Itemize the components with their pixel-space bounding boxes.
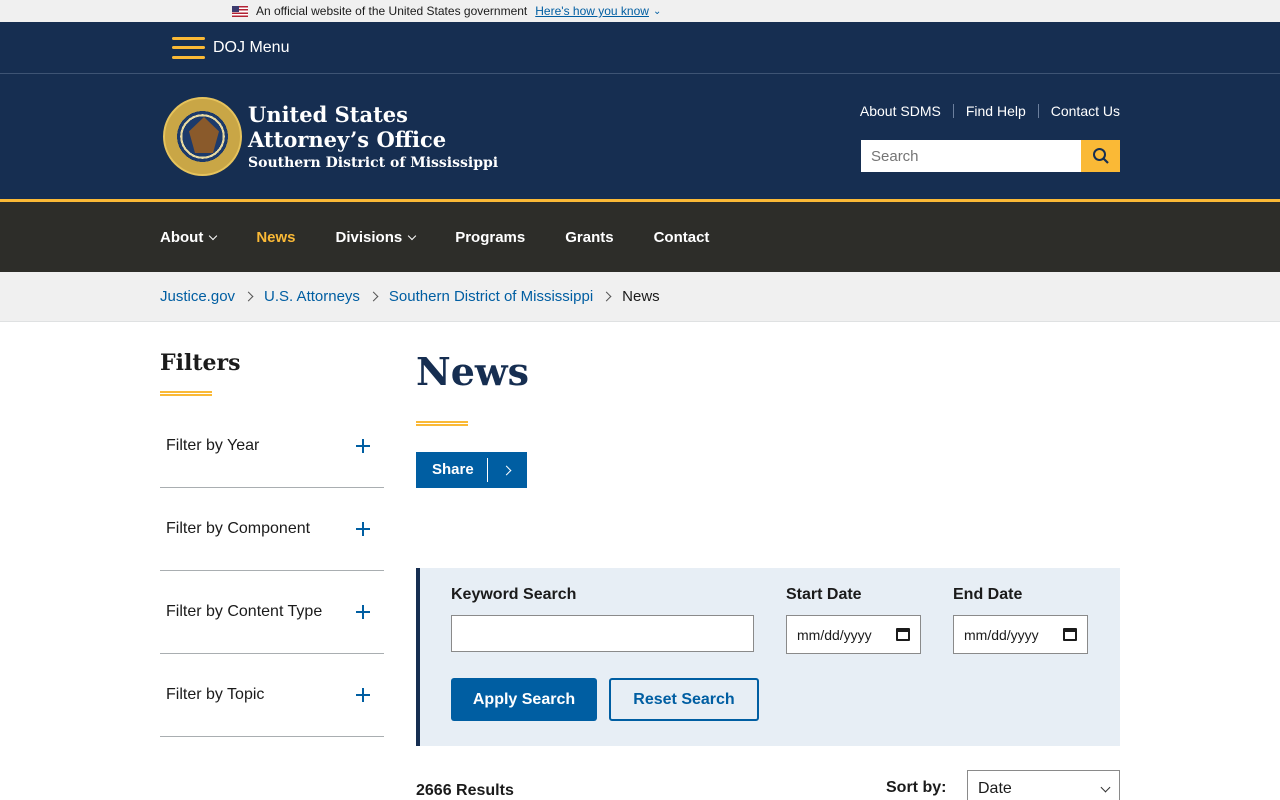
- site-subtitle: Southern District of Mississippi: [248, 155, 499, 171]
- nav-label: Divisions: [335, 228, 403, 246]
- reset-search-button[interactable]: Reset Search: [609, 678, 759, 721]
- news-search-panel: Keyword Search Start Date mm/dd/yyyy End…: [416, 568, 1120, 746]
- chevron-down-icon: [209, 231, 218, 241]
- main-content: News Share: [416, 350, 1120, 488]
- chevron-down-icon: [1100, 782, 1111, 793]
- gold-divider: [160, 391, 212, 396]
- sort-value: Date: [978, 780, 1012, 797]
- page-title: News: [416, 349, 530, 394]
- nav-label: News: [256, 228, 296, 246]
- end-date-label: End Date: [953, 586, 1023, 603]
- breadcrumb-us-attorneys[interactable]: U.S. Attorneys: [264, 288, 360, 305]
- date-placeholder: mm/dd/yyyy: [964, 626, 1039, 643]
- plus-icon[interactable]: [356, 688, 370, 702]
- filters-sidebar: Filters Filter by Year Filter by Compone…: [160, 350, 384, 737]
- filter-label: Filter by Component: [166, 520, 311, 537]
- chevron-right-icon: [368, 291, 379, 302]
- filter-by-component[interactable]: Filter by Component: [160, 488, 384, 571]
- sort-select[interactable]: Date: [967, 770, 1120, 800]
- nav-item-programs[interactable]: Programs: [455, 229, 525, 246]
- search-input[interactable]: [861, 140, 1081, 172]
- search-button[interactable]: [1081, 140, 1120, 172]
- utility-nav: About SDMS Find Help Contact Us: [848, 104, 1120, 118]
- search-icon: [1092, 148, 1109, 164]
- doj-menu-bar: DOJ Menu: [0, 22, 1280, 74]
- find-help-link[interactable]: Find Help: [952, 104, 1038, 118]
- filter-label: Filter by Topic: [166, 686, 265, 703]
- start-date-label: Start Date: [786, 586, 862, 603]
- site-search: [861, 140, 1120, 172]
- nav-item-grants[interactable]: Grants: [565, 229, 613, 246]
- filter-by-year[interactable]: Filter by Year: [160, 405, 384, 488]
- chevron-down-icon[interactable]: ⌄: [653, 6, 661, 17]
- sort-by-label: Sort by:: [886, 779, 947, 796]
- nav-label: About: [160, 228, 204, 246]
- keyword-search-input[interactable]: [451, 615, 754, 652]
- results-count: 2666 Results: [416, 782, 514, 799]
- breadcrumb-current: News: [622, 288, 660, 305]
- nav-item-news[interactable]: News: [256, 229, 295, 246]
- filter-by-content-type[interactable]: Filter by Content Type: [160, 571, 384, 654]
- doj-seal-logo[interactable]: [163, 97, 242, 176]
- site-header: United States Attorney’s Office Southern…: [0, 74, 1280, 199]
- gold-divider: [416, 421, 468, 426]
- contact-us-link[interactable]: Contact Us: [1037, 104, 1120, 118]
- plus-icon[interactable]: [356, 522, 370, 536]
- gov-banner-text: An official website of the United States…: [256, 4, 528, 18]
- us-flag-icon: [232, 5, 248, 17]
- calendar-icon[interactable]: [896, 628, 910, 641]
- plus-icon[interactable]: [356, 605, 370, 619]
- filter-by-topic[interactable]: Filter by Topic: [160, 654, 384, 737]
- doj-menu-button[interactable]: DOJ Menu: [213, 39, 289, 57]
- nav-label: Contact: [653, 228, 710, 246]
- about-sdms-link[interactable]: About SDMS: [848, 104, 953, 118]
- breadcrumb-sdms[interactable]: Southern District of Mississippi: [389, 288, 593, 305]
- filter-label: Filter by Content Type: [166, 603, 323, 620]
- main-nav: About News Divisions Programs Grants Con…: [0, 199, 1280, 272]
- breadcrumb-justice-gov[interactable]: Justice.gov: [160, 288, 235, 305]
- keyword-search-label: Keyword Search: [451, 586, 577, 603]
- nav-label: Grants: [565, 228, 614, 246]
- site-title-line2: Attorney’s Office: [248, 127, 447, 152]
- gov-banner: An official website of the United States…: [0, 0, 1280, 22]
- nav-item-divisions[interactable]: Divisions: [335, 228, 417, 246]
- heres-how-you-know-link[interactable]: Here's how you know: [535, 4, 649, 18]
- share-button[interactable]: Share: [416, 452, 527, 488]
- site-title-line1: United States: [248, 102, 408, 127]
- apply-search-button[interactable]: Apply Search: [451, 678, 597, 721]
- chevron-down-icon: [407, 231, 417, 241]
- share-label: Share: [416, 458, 488, 482]
- plus-icon[interactable]: [356, 439, 370, 453]
- chevron-right-icon: [601, 291, 612, 302]
- nav-item-about[interactable]: About: [160, 228, 218, 246]
- nav-item-contact[interactable]: Contact: [654, 229, 710, 246]
- end-date-input[interactable]: mm/dd/yyyy: [953, 615, 1088, 654]
- date-placeholder: mm/dd/yyyy: [797, 626, 872, 643]
- calendar-icon[interactable]: [1063, 628, 1077, 641]
- breadcrumb: Justice.gov U.S. Attorneys Southern Dist…: [0, 272, 1280, 322]
- chevron-right-icon: [488, 465, 527, 475]
- site-title[interactable]: United States Attorney’s Office Southern…: [248, 102, 498, 174]
- start-date-input[interactable]: mm/dd/yyyy: [786, 615, 921, 654]
- filter-label: Filter by Year: [166, 437, 260, 454]
- nav-label: Programs: [455, 228, 526, 246]
- chevron-right-icon: [243, 291, 254, 302]
- hamburger-menu-icon[interactable]: [172, 36, 205, 59]
- filters-title: Filters: [160, 350, 241, 376]
